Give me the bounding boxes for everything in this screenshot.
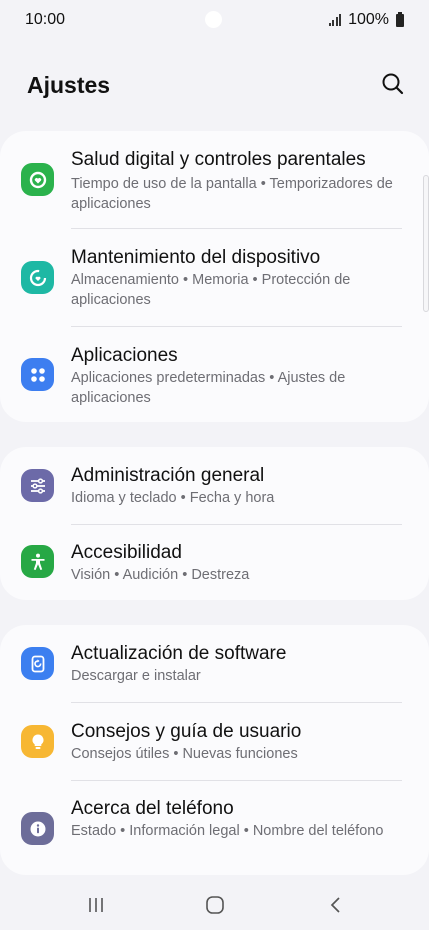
settings-group-3: Actualización de software Descargar e in…: [0, 625, 429, 875]
item-subtitle: Estado • Información legal • Nombre del …: [71, 823, 384, 839]
battery-icon: [396, 11, 404, 27]
item-subtitle: Visión • Audición • Destreza: [71, 567, 250, 583]
settings-item-tips[interactable]: Consejos y guía de usuario Consejos útil…: [0, 703, 429, 780]
item-title: Actualización de software: [71, 643, 287, 664]
header: Ajustes: [0, 60, 429, 112]
settings-item-about-phone[interactable]: Acerca del teléfono Estado • Información…: [0, 781, 429, 875]
back-button[interactable]: [321, 890, 351, 920]
settings-item-digital-wellbeing[interactable]: Salud digital y controles parentales Tie…: [0, 131, 429, 228]
search-button[interactable]: [379, 70, 407, 98]
item-subtitle: Almacenamiento • Memoria • Protección de…: [71, 272, 351, 308]
general-management-icon: [21, 469, 54, 502]
page-title: Ajustes: [27, 72, 111, 98]
item-subtitle: Idioma y teclado • Fecha y hora: [71, 490, 275, 506]
navigation-bar: [0, 878, 429, 930]
settings-item-apps[interactable]: Aplicaciones Aplicaciones predeterminada…: [0, 327, 429, 422]
back-icon: [330, 897, 340, 913]
apps-icon: [21, 358, 54, 391]
accessibility-icon: [21, 545, 54, 578]
item-subtitle: Tiempo de uso de la pantalla • Temporiza…: [71, 176, 393, 212]
item-title: Acerca del teléfono: [71, 798, 234, 819]
settings-item-device-care[interactable]: Mantenimiento del dispositivo Almacenami…: [0, 229, 429, 326]
item-title: Aplicaciones: [71, 345, 178, 366]
item-title: Accesibilidad: [71, 542, 182, 563]
item-title: Salud digital y controles parentales: [71, 149, 366, 170]
tips-icon: [21, 725, 54, 758]
search-icon: [382, 73, 404, 95]
status-time: 10:00: [25, 11, 66, 28]
front-camera: [205, 11, 222, 28]
settings-item-accessibility[interactable]: Accesibilidad Visión • Audición • Destre…: [0, 525, 429, 600]
device-care-icon: [21, 261, 54, 294]
digital-wellbeing-icon: [21, 163, 54, 196]
item-title: Mantenimiento del dispositivo: [71, 247, 321, 268]
software-update-icon: [21, 647, 54, 680]
scrollbar[interactable]: [423, 175, 429, 312]
about-phone-icon: [21, 812, 54, 845]
item-subtitle: Descargar e instalar: [71, 668, 201, 684]
item-title: Administración general: [71, 465, 265, 486]
settings-group-1: Salud digital y controles parentales Tie…: [0, 131, 429, 422]
item-subtitle: Consejos útiles • Nuevas funciones: [71, 746, 298, 762]
recent-apps-button[interactable]: [81, 890, 111, 920]
item-title: Consejos y guía de usuario: [71, 721, 302, 742]
settings-item-software-update[interactable]: Actualización de software Descargar e in…: [0, 625, 429, 702]
status-bar: 10:00 100%: [0, 0, 429, 40]
settings-item-general-management[interactable]: Administración general Idioma y teclado …: [0, 447, 429, 524]
home-icon: [206, 896, 224, 914]
home-button[interactable]: [200, 890, 230, 920]
signal-icon: [328, 14, 342, 26]
item-subtitle: Aplicaciones predeterminadas • Ajustes d…: [71, 370, 346, 406]
status-icons: 100%: [328, 11, 404, 29]
recent-apps-icon: [89, 898, 103, 912]
settings-group-2: Administración general Idioma y teclado …: [0, 447, 429, 600]
battery-level: 100%: [348, 11, 389, 28]
